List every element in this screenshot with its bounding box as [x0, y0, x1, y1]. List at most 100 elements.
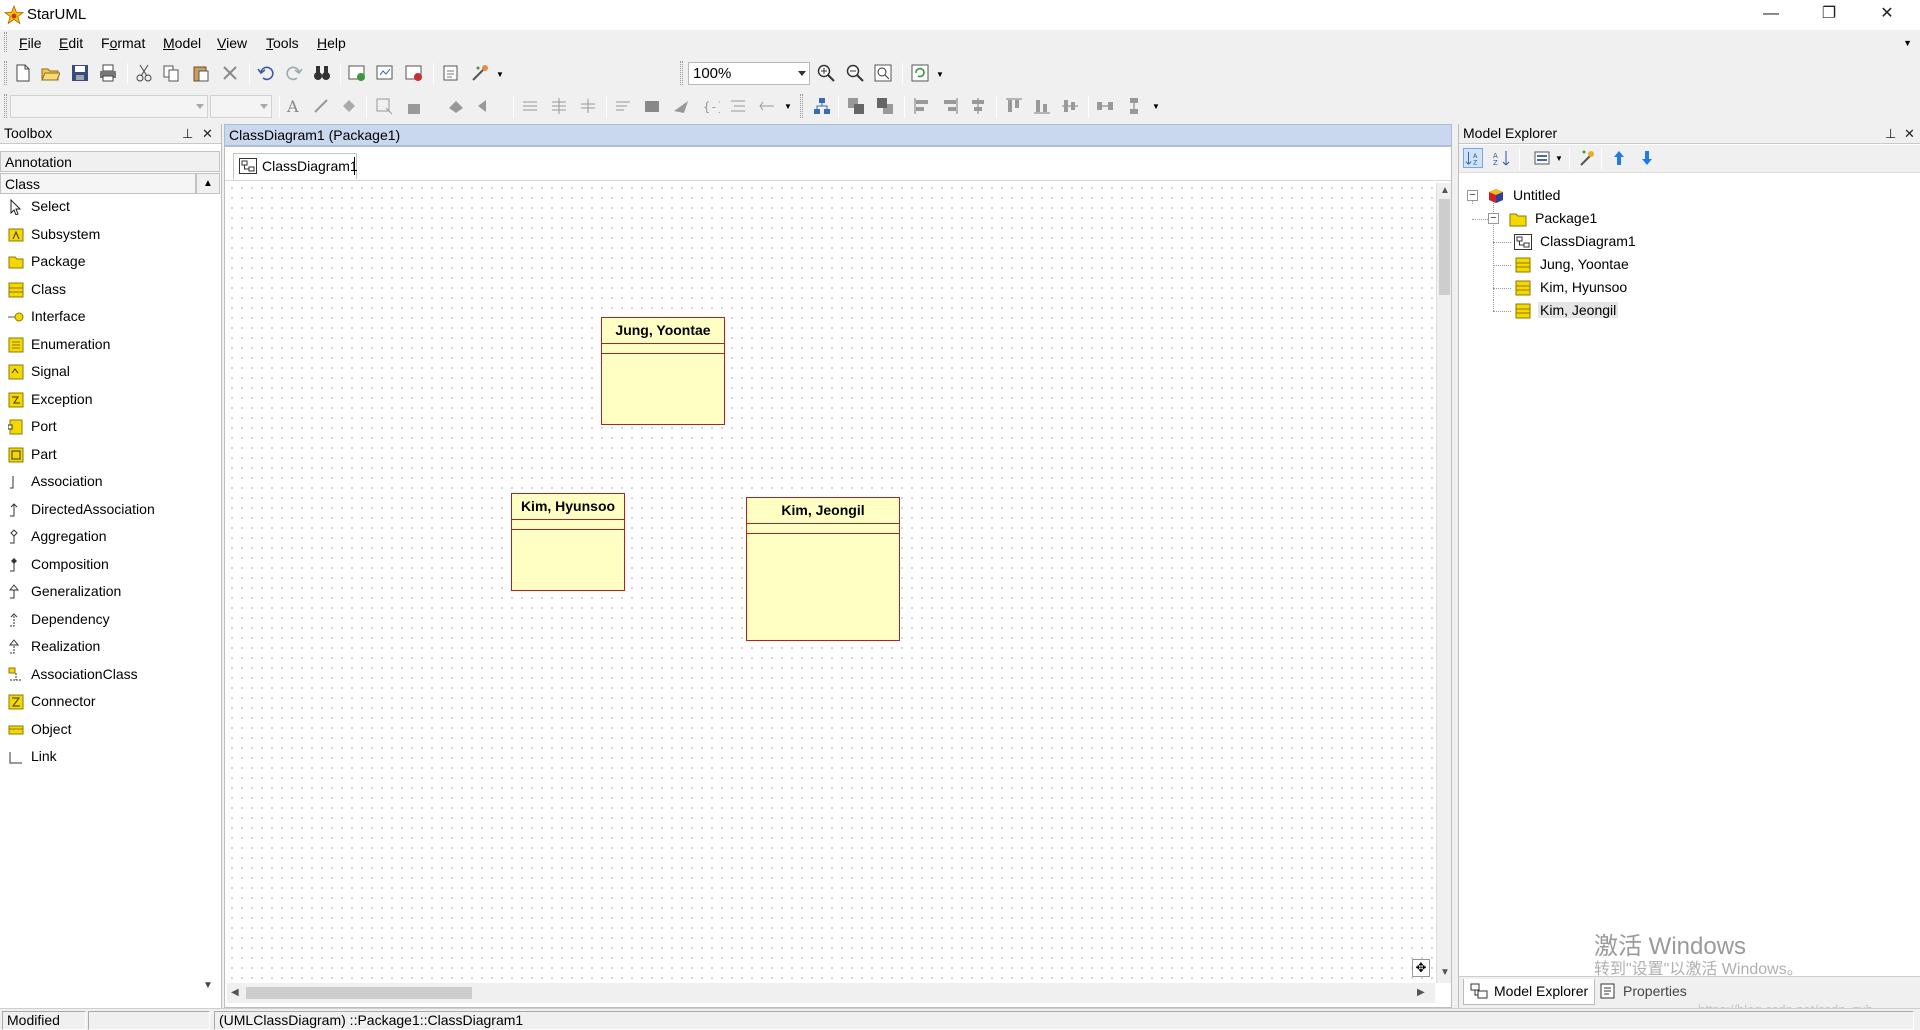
tab-classdiagram1[interactable]: ClassDiagram1 [233, 153, 358, 179]
menu-overflow-chevron-icon[interactable]: ▼ [1903, 38, 1912, 48]
font-size-select[interactable] [210, 95, 272, 118]
pin-icon[interactable]: ⊥ [182, 126, 193, 142]
tree-collapse-root-icon[interactable]: − [1467, 190, 1478, 201]
menu-format[interactable]: Foormatrmat [101, 35, 145, 51]
toolbox-item-interface[interactable]: Interface [6, 306, 214, 328]
zoom-select[interactable]: 100% [688, 62, 810, 85]
stereotype-icon[interactable] [446, 96, 466, 116]
find-binoculars-icon[interactable] [312, 63, 332, 83]
menu-model[interactable]: Model [163, 35, 201, 51]
toolbox-item-generalization[interactable]: Generalization [6, 581, 214, 603]
copy-icon[interactable] [161, 63, 181, 83]
toolbox-category-annotation[interactable]: Annotation [0, 151, 220, 172]
indent-icon[interactable] [728, 96, 748, 116]
toolbox-item-realization[interactable]: Realization [6, 636, 214, 658]
align-middle-icon[interactable] [1060, 96, 1080, 116]
uml-class-kim-jeongil[interactable]: Kim, Jeongil [746, 497, 900, 641]
auto-resize-icon[interactable] [374, 96, 394, 116]
send-icon[interactable] [671, 96, 691, 116]
refresh-dropdown-arrow-icon[interactable]: ▼ [936, 70, 944, 79]
scroll-down-arrow-icon[interactable]: ▼ [1440, 967, 1450, 978]
sort-by-category-icon[interactable]: AZ [1463, 148, 1483, 168]
menu-tools[interactable]: Tools [266, 35, 299, 51]
undo-icon[interactable] [256, 63, 276, 83]
filter-dropdown-arrow-icon[interactable]: ▼ [1555, 154, 1563, 163]
toolbox-item-signal[interactable]: Signal [6, 361, 214, 383]
line-style-icon[interactable] [405, 96, 425, 116]
align-top-icon[interactable] [1004, 96, 1024, 116]
toolbox-category-class[interactable]: Class [0, 173, 196, 194]
move-down-arrow-icon[interactable] [1637, 148, 1657, 168]
zoom-dropdown-arrow-icon[interactable] [798, 71, 806, 76]
menu-file[interactable]: File [19, 35, 42, 51]
toolbox-item-directedassociation[interactable]: DirectedAssociation [6, 499, 214, 521]
close-window-button[interactable]: ✕ [1858, 0, 1916, 30]
uml-class-jung-yoontae[interactable]: Jung, Yoontae [601, 317, 725, 425]
fill-color-icon[interactable] [339, 96, 359, 116]
diagram-vertical-scrollbar[interactable]: ▲ ▼ [1436, 183, 1451, 983]
toolbox-item-package[interactable]: Package [6, 251, 214, 273]
space-horizontal-icon[interactable] [1095, 96, 1115, 116]
diagram-view-icon[interactable] [375, 63, 395, 83]
add-element-wand-icon[interactable] [1577, 148, 1597, 168]
close-icon[interactable]: ✕ [202, 126, 213, 142]
tab-properties[interactable]: Properties [1593, 979, 1693, 1005]
collapse-category-chevron-up-icon[interactable]: ▲ [196, 173, 220, 194]
diagram-canvas[interactable]: Jung, Yoontae Kim, Hyunsoo Kim, Jeongil [227, 183, 1435, 983]
refresh-icon[interactable] [910, 63, 930, 83]
line-color-icon[interactable] [311, 96, 331, 116]
menu-view[interactable]: View [217, 35, 247, 51]
toolbox-item-class[interactable]: Class [6, 279, 214, 301]
toolbox-item-associationclass[interactable]: AssociationClass [6, 664, 214, 686]
toolbox-item-exception[interactable]: Exception [6, 389, 214, 411]
scroll-up-arrow-icon[interactable]: ▲ [1440, 185, 1450, 196]
documentation-icon[interactable] [441, 63, 461, 83]
align-right-icon[interactable] [940, 96, 960, 116]
move-up-arrow-icon[interactable] [1609, 148, 1629, 168]
space-dropdown-arrow-icon[interactable]: ▼ [1152, 102, 1160, 111]
horizontal-scroll-thumb[interactable] [246, 987, 472, 999]
outdent-icon[interactable] [757, 96, 777, 116]
print-icon[interactable] [98, 63, 118, 83]
toolbox-item-dependency[interactable]: Dependency [6, 609, 214, 631]
fill-box-icon[interactable] [642, 96, 662, 116]
word-wrap-icon[interactable] [613, 96, 633, 116]
tab-model-explorer[interactable]: Model Explorer [1463, 979, 1596, 1005]
redo-icon[interactable] [284, 63, 304, 83]
pin-icon[interactable]: ⊥ [1885, 126, 1896, 142]
space-vertical-icon[interactable] [1124, 96, 1144, 116]
delete-icon[interactable] [220, 63, 240, 83]
new-file-icon[interactable] [13, 63, 33, 83]
scroll-right-arrow-icon[interactable]: ▶ [1417, 987, 1425, 998]
toolbox-item-part[interactable]: Part [6, 444, 214, 466]
scroll-left-arrow-icon[interactable]: ◀ [231, 987, 239, 998]
font-color-icon[interactable]: A [283, 96, 303, 116]
toolbox-item-association[interactable]: Association [6, 471, 214, 493]
suppress-icon[interactable] [474, 96, 494, 116]
filter-elements-icon[interactable] [1533, 148, 1553, 168]
paste-icon[interactable] [191, 63, 211, 83]
toolbox-item-link[interactable]: Link [6, 746, 214, 768]
minimize-button[interactable]: — [1742, 0, 1800, 30]
close-icon[interactable]: ✕ [1904, 126, 1915, 142]
layout-icon[interactable] [812, 96, 832, 116]
send-to-back-icon[interactable] [875, 96, 895, 116]
menu-edit[interactable]: Edit [59, 35, 83, 51]
open-folder-icon[interactable] [40, 63, 60, 83]
zoom-fit-icon[interactable] [873, 63, 893, 83]
show-signature-icon[interactable] [578, 96, 598, 116]
toolbox-item-enumeration[interactable]: Enumeration [6, 334, 214, 356]
toolbox-item-composition[interactable]: Composition [6, 554, 214, 576]
vertical-scroll-thumb[interactable] [1439, 199, 1450, 295]
toolbox-item-aggregation[interactable]: Aggregation [6, 526, 214, 548]
toolbox-item-select[interactable]: Select [6, 196, 214, 218]
align-left-icon[interactable] [912, 96, 932, 116]
uml-class-kim-hyunsoo[interactable]: Kim, Hyunsoo [511, 493, 625, 591]
toolbox-item-port[interactable]: Port [6, 416, 214, 438]
diagram-horizontal-scrollbar[interactable]: ◀ ▶ [227, 983, 1435, 1003]
font-name-select[interactable] [10, 95, 208, 118]
show-operations-icon[interactable] [549, 96, 569, 116]
zoom-in-icon[interactable] [816, 63, 836, 83]
align-center-icon[interactable] [968, 96, 988, 116]
braces-icon[interactable]: {-} [700, 96, 720, 116]
